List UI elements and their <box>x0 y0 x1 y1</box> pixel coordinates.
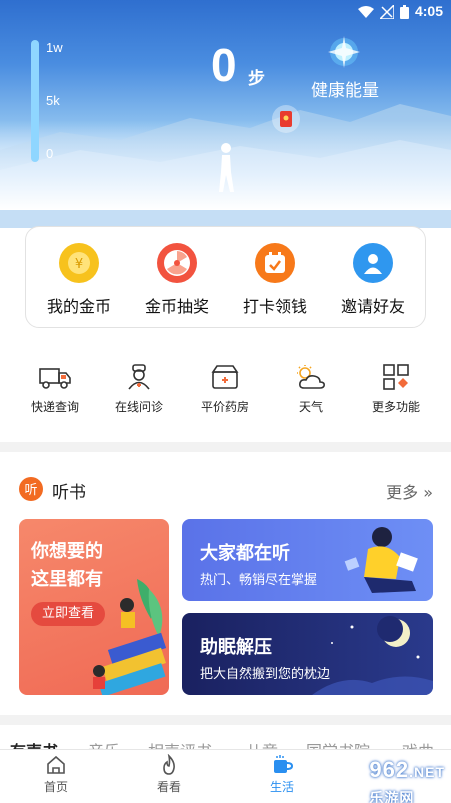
watermark-main: 962 <box>369 757 410 782</box>
action-label: 邀请好友 <box>340 297 405 316</box>
action-my-coins[interactable]: ¥ 我的金币 <box>31 243 127 317</box>
check-in-calendar-icon <box>255 243 295 283</box>
svg-text:听: 听 <box>24 483 37 498</box>
life-page: 4:05 1w 5k 0 0 步 健康能量 ¥ 我的金币 金币抽奖 打卡领钱 邀… <box>0 0 451 803</box>
doctor-icon <box>128 364 150 390</box>
weather-icon <box>297 365 325 389</box>
step-count: 0 <box>211 39 237 91</box>
tab-label: 生活 <box>269 780 294 794</box>
action-label: 我的金币 <box>46 297 111 316</box>
quick-pharmacy[interactable]: 平价药房 <box>180 364 270 415</box>
quick-label: 天气 <box>298 400 323 414</box>
quick-label: 更多功能 <box>371 400 420 414</box>
gauge-label-mid: 5k <box>46 93 60 108</box>
battery-icon <box>400 5 409 19</box>
tab-life[interactable]: 生活 <box>252 754 312 795</box>
mug-icon <box>274 755 293 773</box>
action-check-in[interactable]: 打卡领钱 <box>227 243 323 317</box>
lottery-wheel-icon <box>157 243 197 283</box>
flame-icon <box>163 754 175 775</box>
gauge-label-bottom: 0 <box>46 146 54 161</box>
wifi-icon <box>358 6 374 18</box>
tab-label: 首页 <box>43 780 68 794</box>
section-divider <box>0 442 451 452</box>
invite-friend-icon <box>353 243 393 283</box>
gauge-label-top: 1w <box>46 40 63 55</box>
tile-title: 大家都在听 <box>200 543 290 564</box>
quick-delivery-tracking[interactable]: 快递查询 <box>10 364 100 415</box>
site-watermark: 962.NET 乐游网 <box>369 757 445 803</box>
no-signal-icon <box>380 5 394 19</box>
more-label: 更多 <box>386 483 419 502</box>
action-label: 金币抽奖 <box>144 297 209 316</box>
section-title: 听书 <box>52 483 86 503</box>
quick-weather[interactable]: 天气 <box>266 364 356 415</box>
step-gauge <box>31 40 39 162</box>
reading-kids-illustration <box>93 579 167 695</box>
more-grid-icon <box>383 364 409 390</box>
tile-sleep-relax[interactable]: 助眠解压 把大自然搬到您的枕边 <box>182 613 433 695</box>
quick-label: 平价药房 <box>200 400 249 414</box>
quick-label: 快递查询 <box>30 400 79 414</box>
coin-icon: ¥ <box>59 243 99 283</box>
watermark-cn: 乐游网 <box>369 790 415 803</box>
status-time: 4:05 <box>414 3 443 19</box>
tab-watch[interactable]: 看看 <box>139 754 199 795</box>
reward-actions-card: ¥ 我的金币 金币抽奖 打卡领钱 邀请好友 <box>25 226 426 328</box>
status-bar: 4:05 <box>0 0 451 24</box>
action-coin-lottery[interactable]: 金币抽奖 <box>129 243 225 317</box>
action-label: 打卡领钱 <box>242 297 307 316</box>
quick-more-features[interactable]: 更多功能 <box>351 364 441 415</box>
listening-woman-illustration <box>344 527 418 593</box>
energy-orb-icon[interactable] <box>326 34 362 70</box>
action-invite-friend[interactable]: 邀请好友 <box>325 243 421 317</box>
more-link[interactable]: 更多 » <box>386 479 433 503</box>
tile-discover[interactable]: 你想要的 这里都有 立即查看 <box>19 519 169 695</box>
red-packet-icon[interactable] <box>270 104 302 134</box>
tile-trending[interactable]: 大家都在听 热门、畅销尽在掌握 <box>182 519 433 601</box>
delivery-truck-icon <box>39 368 71 389</box>
home-icon <box>47 755 65 774</box>
walking-person-icon <box>219 143 234 192</box>
tile-subtitle: 热门、畅销尽在掌握 <box>200 573 318 588</box>
audiobook-logo-icon: 听 <box>19 477 43 501</box>
night-sky-illustration <box>312 616 433 695</box>
svg-text:¥: ¥ <box>75 257 83 272</box>
watermark-sub: .NET <box>409 764 445 780</box>
quick-online-consult[interactable]: 在线问诊 <box>94 364 184 415</box>
medicine-box-icon <box>211 365 239 389</box>
health-energy-label[interactable]: 健康能量 <box>311 76 379 101</box>
tab-label: 看看 <box>156 780 181 794</box>
step-banner: 4:05 1w 5k 0 0 步 健康能量 <box>0 0 451 228</box>
step-unit: 步 <box>248 69 265 89</box>
double-chevron-right-icon: » <box>418 483 433 502</box>
tab-home[interactable]: 首页 <box>26 754 86 795</box>
section-divider <box>0 715 451 725</box>
quick-label: 在线问诊 <box>114 400 163 414</box>
